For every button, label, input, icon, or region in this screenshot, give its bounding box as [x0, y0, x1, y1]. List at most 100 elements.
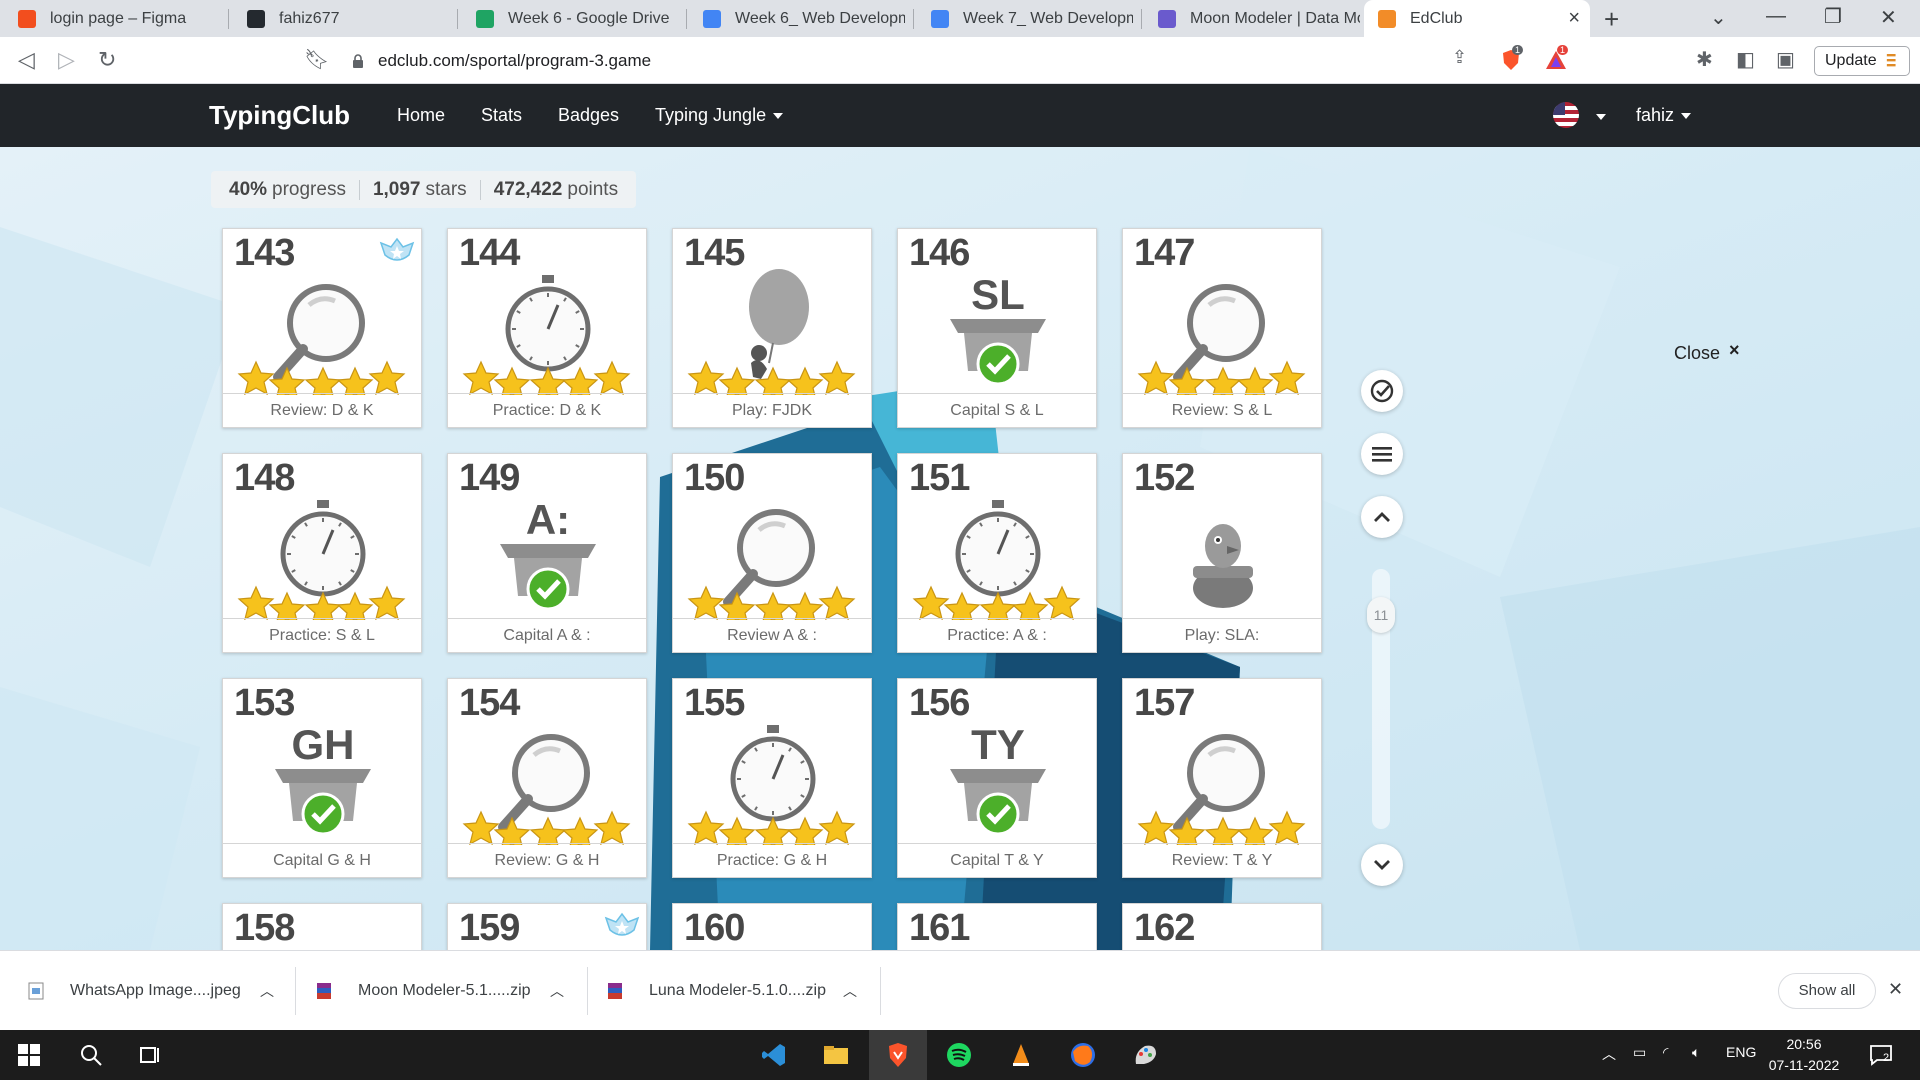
brave-rewards-icon[interactable]: 1	[1545, 45, 1569, 71]
task-view-icon[interactable]	[137, 1042, 163, 1068]
reload-button[interactable]: ↻	[98, 47, 116, 73]
sidebar-icon[interactable]: ◧	[1736, 47, 1755, 72]
spotify-icon[interactable]	[946, 1042, 972, 1068]
progress-value: 40%	[229, 178, 268, 200]
browser-tab[interactable]: Week 6 - Google Drive	[462, 0, 687, 37]
lesson-card[interactable]: 147 Review: S & L	[1122, 228, 1322, 428]
browser-tab[interactable]: Moon Modeler | Data Mod	[1144, 0, 1369, 37]
lesson-card[interactable]: 155 Practice: G & H	[672, 678, 872, 878]
browser-tab[interactable]: fahiz677	[233, 0, 458, 37]
close-button[interactable]: Close ×	[1674, 340, 1740, 364]
star-icon	[493, 816, 531, 845]
nav-badges[interactable]: Badges	[558, 105, 619, 126]
completed-filter-button[interactable]	[1361, 370, 1403, 412]
stopwatch-icon	[280, 500, 366, 597]
lesson-card[interactable]: 158	[222, 903, 422, 950]
paint-icon[interactable]	[1132, 1042, 1158, 1068]
file-explorer-icon[interactable]	[823, 1042, 849, 1068]
check-icon	[526, 567, 570, 611]
scroll-up-button[interactable]	[1361, 496, 1403, 538]
input-language[interactable]: ENG	[1726, 1044, 1756, 1060]
lesson-title: Practice: S & L	[223, 618, 421, 652]
page-indicator[interactable]: 11	[1367, 597, 1395, 633]
lesson-card[interactable]: 145 Play: FJDK	[672, 228, 872, 428]
share-icon[interactable]: ⇪	[1452, 47, 1467, 68]
volume-icon[interactable]: 🔈︎	[1692, 1044, 1700, 1061]
tab-title: Week 7_ Web Development	[963, 9, 1133, 27]
chevron-up-icon[interactable]: ︿	[843, 981, 857, 1001]
system-clock[interactable]: 20:56 07-11-2022	[1762, 1034, 1846, 1076]
lesson-card[interactable]: 162	[1122, 903, 1322, 950]
maximize-button[interactable]: ❐	[1824, 4, 1842, 29]
minimize-button[interactable]: —	[1766, 5, 1786, 28]
brave-shields-icon[interactable]: 1	[1500, 45, 1524, 71]
window-close-button[interactable]: ✕	[1880, 5, 1897, 30]
lesson-card[interactable]: 151 Practice: A & :	[897, 453, 1097, 653]
close-downloads-icon[interactable]: ✕	[1888, 979, 1903, 1000]
close-tab-icon[interactable]: ×	[1568, 7, 1580, 30]
new-tab-button[interactable]: +	[1604, 4, 1619, 35]
lesson-card[interactable]: 143 Review: D & K	[222, 228, 422, 428]
notifications-icon[interactable]	[1868, 1042, 1894, 1068]
search-icon[interactable]	[78, 1042, 104, 1068]
nav-home[interactable]: Home	[397, 105, 445, 126]
lesson-card[interactable]: 153 GH Capital G & H	[222, 678, 422, 878]
divider	[358, 179, 360, 200]
windows-taskbar: ︿ ▭ ◜ 🔈︎ ENG 20:56 07-11-2022 2	[0, 1030, 1920, 1080]
lesson-card[interactable]: 148 Practice: S & L	[222, 453, 422, 653]
vscode-icon[interactable]	[761, 1042, 787, 1068]
wallet-icon[interactable]: ▣	[1776, 47, 1795, 72]
magnifier-icon	[1173, 734, 1265, 832]
download-item[interactable]: WhatsApp Image....jpeg ︿	[28, 951, 274, 1031]
lesson-card[interactable]: 157 Review: T & Y	[1122, 678, 1322, 878]
browser-tab[interactable]: Week 6_ Web Development	[689, 0, 914, 37]
lesson-card[interactable]: 152 Play: SLA:	[1122, 453, 1322, 653]
lesson-card[interactable]: 144 Practice: D & K	[447, 228, 647, 428]
browser-tab[interactable]: Week 7_ Web Development	[917, 0, 1142, 37]
divider	[880, 967, 881, 1015]
lesson-card[interactable]: 156 TY Capital T & Y	[897, 678, 1097, 878]
windows-start-icon[interactable]	[18, 1044, 40, 1066]
extensions-icon[interactable]: ✱	[1696, 47, 1713, 72]
battery-icon[interactable]: ▭	[1633, 1044, 1646, 1061]
us-flag-icon[interactable]	[1553, 102, 1579, 128]
tab-search-icon[interactable]: ⌄	[1710, 5, 1727, 30]
brave-browser-icon[interactable]	[885, 1042, 911, 1068]
stopwatch-icon	[730, 725, 816, 822]
address-bar[interactable]: edclub.com/sportal/program-3.game	[338, 43, 1568, 78]
lesson-card[interactable]: 161	[897, 903, 1097, 950]
lesson-title: Practice: D & K	[448, 393, 646, 427]
chevron-up-icon[interactable]: ︿	[260, 981, 274, 1001]
lesson-card[interactable]: 154 Review: G & H	[447, 678, 647, 878]
firefox-icon[interactable]	[1070, 1042, 1096, 1068]
bookmark-icon[interactable]: 🔖︎	[304, 47, 329, 72]
show-hidden-icons[interactable]: ︿	[1602, 1044, 1616, 1064]
vlc-icon[interactable]	[1008, 1042, 1034, 1068]
nav-stats[interactable]: Stats	[481, 105, 522, 126]
lesson-card[interactable]: 159	[447, 903, 647, 950]
lesson-title: Review: S & L	[1123, 393, 1321, 427]
stars-label: stars	[425, 178, 467, 200]
brand-logo[interactable]: TypingClub	[209, 100, 350, 131]
browser-tab[interactable]: login page – Figma	[4, 0, 229, 37]
lesson-card[interactable]: 149 A: Capital A & :	[447, 453, 647, 653]
update-button[interactable]: Update ━ ━ ━	[1814, 46, 1910, 76]
user-menu[interactable]: fahiz	[1636, 105, 1692, 126]
download-item[interactable]: Moon Modeler-5.1.....zip ︿	[316, 951, 564, 1031]
download-item[interactable]: Luna Modeler-5.1.0....zip ︿	[607, 951, 857, 1031]
forward-button[interactable]: ▷	[58, 47, 75, 73]
points-label: points	[567, 178, 619, 200]
show-all-button[interactable]: Show all	[1778, 973, 1876, 1009]
wifi-icon[interactable]: ◜	[1663, 1044, 1668, 1061]
scroll-down-button[interactable]	[1361, 844, 1403, 886]
lesson-title: Capital A & :	[448, 618, 646, 652]
lesson-card[interactable]: 146 SL Capital S & L	[897, 228, 1097, 428]
lesson-card[interactable]: 150 Review A & :	[672, 453, 872, 653]
browser-tab[interactable]: EdClub ×	[1364, 0, 1590, 37]
chevron-up-icon[interactable]: ︿	[550, 981, 564, 1001]
star-icon	[818, 585, 856, 620]
nav-typing-jungle[interactable]: Typing Jungle	[655, 105, 784, 126]
back-button[interactable]: ◁	[18, 47, 35, 73]
lesson-card[interactable]: 160	[672, 903, 872, 950]
list-view-button[interactable]	[1361, 433, 1403, 475]
